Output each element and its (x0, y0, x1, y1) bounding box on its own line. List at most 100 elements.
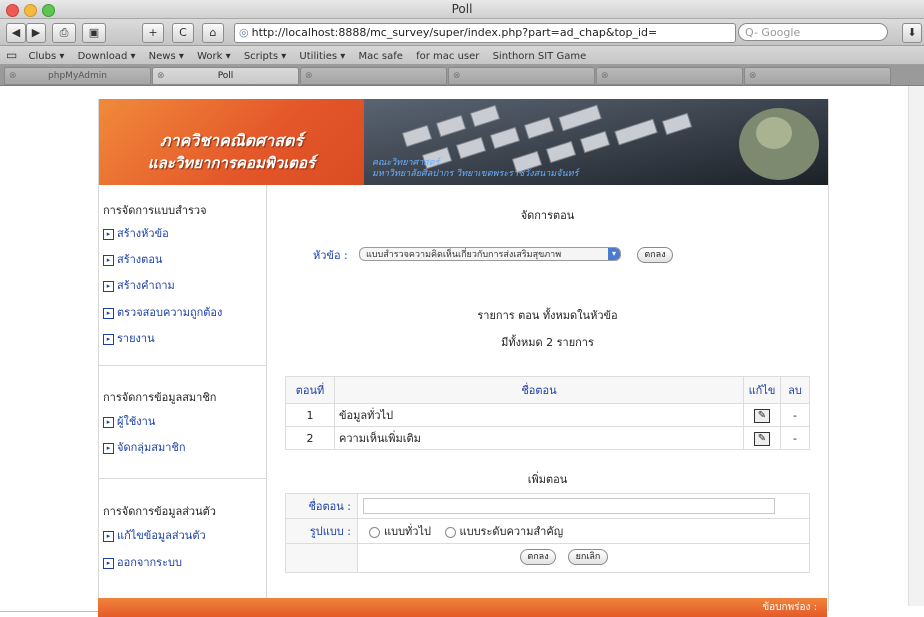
sidebar-item-member-groups[interactable]: ▸ จัดกลุ่มสมาชิก (103, 438, 186, 456)
bookmark-mac-safe[interactable]: Mac safe (358, 51, 402, 62)
bookmark-download[interactable]: Download ▾ (78, 51, 136, 62)
col-edit: แก้ไข (743, 376, 781, 404)
tab-4[interactable]: ⊗ (448, 67, 595, 85)
page-title: จัดการตอน (520, 209, 575, 222)
sidebar: การจัดการแบบสำรวจ ▸ สร้างหัวข้อ ▸ สร้างตอน… (99, 185, 267, 601)
sidebar-heading-members: การจัดการข้อมูลสมาชิก (103, 391, 217, 404)
sidebar-item-edit-profile[interactable]: ▸ แก้ไขข้อมูลส่วนตัว (103, 526, 206, 544)
row-number: 2 (285, 426, 335, 450)
type-general-radio[interactable] (369, 526, 380, 538)
banner-subtitle-2: มหาวิทยาลัยศิลปากร วิทยาเขตพระราชวังสนาม… (372, 169, 579, 179)
download-button[interactable]: ⬇ (902, 23, 922, 43)
print-button[interactable]: ⎙ (52, 23, 76, 43)
col-delete: ลบ (780, 376, 810, 404)
page-content: ภาควิชาคณิตศาสตร์ และวิทยาการคอมพิวเตอร์ (0, 86, 924, 617)
site-banner: ภาควิชาคณิตศาสตร์ และวิทยาการคอมพิวเตอร์ (99, 99, 828, 185)
edit-icon[interactable]: ✎ (754, 408, 770, 423)
sidebar-item-create-question[interactable]: ▸ สร้างคำถาม (103, 276, 175, 294)
arrow-box-icon: ▸ (103, 416, 114, 428)
row-delete: - (780, 426, 810, 450)
sidebar-item-create-section[interactable]: ▸ สร้างตอน (103, 250, 162, 268)
type-general-label: แบบทั่วไป (384, 525, 431, 538)
window-title: Poll (451, 2, 473, 16)
screenshot-button[interactable]: ▣ (82, 23, 106, 43)
window-titlebar: Poll (0, 0, 924, 19)
bookmark-game[interactable]: Sinthorn SIT Game (493, 51, 587, 62)
topic-select[interactable]: แบบสำรวจความคิดเห็นเกี่ยวกับการส่งเสริมส… (359, 247, 621, 261)
tab-poll[interactable]: ⊗ Poll (152, 67, 299, 85)
bookmark-work[interactable]: Work ▾ (197, 51, 231, 62)
edit-icon[interactable]: ✎ (754, 431, 770, 446)
close-tab-icon[interactable]: ⊗ (9, 68, 17, 84)
bookmark-mac-user[interactable]: for mac user (416, 51, 479, 62)
site-footer: ข้อบกพร่อง : (98, 598, 827, 617)
section-name-label: ชื่อตอน : (285, 493, 358, 519)
sidebar-item-create-topic[interactable]: ▸ สร้างหัวข้อ (103, 224, 169, 242)
table-row: 2 ความเห็นเพิ่มเติม ✎ - (285, 426, 810, 450)
type-priority-label: แบบระดับความสำคัญ (459, 525, 564, 538)
arrow-box-icon: ▸ (103, 307, 114, 319)
tab-5[interactable]: ⊗ (596, 67, 743, 85)
type-priority-radio[interactable] (444, 526, 456, 538)
back-button[interactable]: ◀ (6, 23, 26, 43)
close-tab-icon[interactable]: ⊗ (601, 68, 609, 84)
tab-3[interactable]: ⊗ (300, 67, 447, 85)
bookmark-scripts[interactable]: Scripts ▾ (244, 51, 286, 62)
row-number: 1 (285, 403, 335, 427)
home-button[interactable]: ⌂ (202, 23, 224, 43)
arrow-box-icon: ▸ (103, 442, 114, 454)
sidebar-divider (99, 365, 266, 366)
book-icon[interactable]: ▭ (6, 48, 17, 62)
sidebar-item-users[interactable]: ▸ ผู้ใช้งาน (103, 412, 155, 430)
cancel-button[interactable]: ยกเลิก (568, 549, 608, 565)
tab-phpmyadmin[interactable]: ⊗ phpMyAdmin (4, 67, 151, 85)
search-input[interactable]: Q- Google (738, 23, 888, 41)
bookmark-utilities[interactable]: Utilities ▾ (299, 51, 345, 62)
globe-icon: ◎ (239, 26, 249, 39)
sidebar-item-report[interactable]: ▸ รายงาน (103, 329, 155, 347)
main-content: จัดการตอน หัวข้อ : แบบสำรวจความคิดเห็นเก… (267, 185, 828, 601)
page-bottom-divider (0, 611, 98, 612)
forward-button[interactable]: ▶ (26, 23, 46, 43)
row-delete: - (780, 403, 810, 427)
arrow-box-icon: ▸ (103, 333, 114, 345)
banner-image: คณะวิทยาศาสตร์ มหาวิทยาลัยศิลปากร วิทยาเ… (364, 99, 828, 185)
arrow-box-icon: ▸ (103, 530, 114, 542)
browser-toolbar: ◀ ▶ ⎙ ▣ + C ⌂ ◎ http://localhost:8888/mc_… (0, 19, 924, 46)
table-row: 1 ข้อมูลทั่วไป ✎ - (285, 403, 810, 427)
arrow-box-icon: ▸ (103, 557, 114, 569)
tab-6[interactable]: ⊗ (744, 67, 891, 85)
arrow-box-icon: ▸ (103, 254, 114, 266)
topic-label: หัวข้อ : (313, 249, 348, 262)
table-header-row: ตอนที่ ชื่อตอน แก้ไข ลบ (285, 376, 810, 404)
page-scrollbar[interactable] (908, 86, 924, 606)
reload-button[interactable]: C (172, 23, 194, 43)
arrow-box-icon: ▸ (103, 228, 114, 240)
banner-title-line2: และวิทยาการคอมพิวเตอร์ (147, 154, 316, 172)
banner-title-block: ภาควิชาคณิตศาสตร์ และวิทยาการคอมพิวเตอร์ (99, 99, 364, 185)
add-bookmark-button[interactable]: + (142, 23, 164, 43)
address-text: http://localhost:8888/mc_survey/super/in… (251, 26, 658, 39)
bookmark-news[interactable]: News ▾ (149, 51, 184, 62)
sidebar-item-logout[interactable]: ▸ ออกจากระบบ (103, 553, 182, 571)
close-tab-icon[interactable]: ⊗ (749, 68, 757, 84)
bookmark-clubs[interactable]: Clubs ▾ (29, 51, 65, 62)
submit-button[interactable]: ตกลง (520, 549, 556, 565)
row-name: ข้อมูลทั่วไป (334, 403, 744, 427)
sidebar-item-validate[interactable]: ▸ ตรวจสอบความถูกต้อง (103, 303, 222, 321)
chevron-updown-icon: ▾ (608, 248, 620, 260)
address-bar[interactable]: ◎ http://localhost:8888/mc_survey/super/i… (234, 23, 736, 43)
arrow-box-icon: ▸ (103, 280, 114, 292)
topic-ok-button[interactable]: ตกลง (637, 247, 673, 263)
close-tab-icon[interactable]: ⊗ (453, 68, 461, 84)
close-tab-icon[interactable]: ⊗ (157, 68, 165, 84)
list-count: มีทั้งหมด 2 รายการ (501, 336, 594, 349)
add-section-heading: เพิ่มตอน (527, 473, 568, 486)
site-frame: ภาควิชาคณิตศาสตร์ และวิทยาการคอมพิวเตอร์ (98, 99, 829, 611)
section-name-input[interactable] (363, 498, 775, 514)
sidebar-heading-survey: การจัดการแบบสำรวจ (103, 204, 207, 217)
sidebar-heading-personal: การจัดการข้อมูลส่วนตัว (103, 505, 216, 518)
col-number: ตอนที่ (285, 376, 335, 404)
row-name: ความเห็นเพิ่มเติม (334, 426, 744, 450)
close-tab-icon[interactable]: ⊗ (305, 68, 313, 84)
